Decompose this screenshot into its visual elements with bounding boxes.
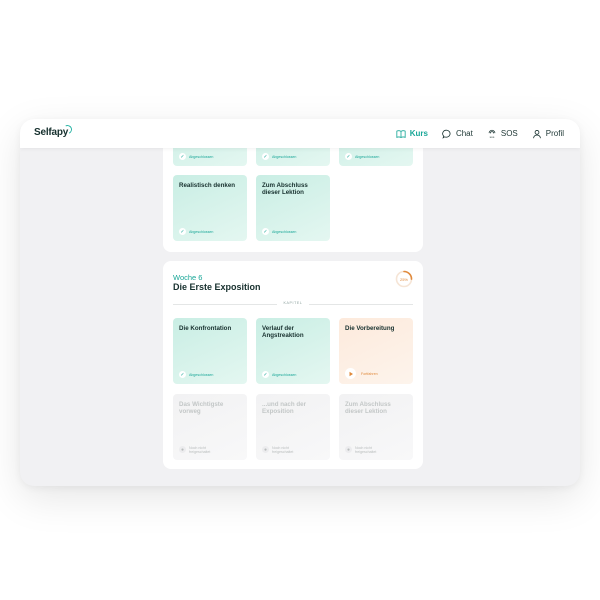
- top-nav-bar: Selfapy Kurs Chat sos SOS Profil: [20, 119, 580, 148]
- week-label: Woche 6: [173, 273, 203, 282]
- chapter-tile-locked: Das Wichtigste vorweg ● Noch nicht freig…: [173, 394, 247, 460]
- nav-kurs[interactable]: Kurs: [396, 129, 428, 139]
- continue-label: Fortfahren: [361, 371, 378, 376]
- chapter-status-label: Abgeschlossen: [355, 154, 380, 159]
- chapter-status-label: Abgeschlossen: [272, 154, 297, 159]
- chapter-status: Fortfahren: [345, 368, 378, 379]
- chapter-title: Zum Abschluss dieser Lektion: [345, 401, 391, 416]
- check-icon: ✓: [179, 371, 186, 378]
- chapter-status-label: Abgeschlossen: [189, 229, 214, 234]
- lock-icon: ●: [179, 446, 186, 454]
- chapter-title: Die Vorbereitung: [345, 325, 395, 332]
- lock-icon: ●: [262, 446, 269, 454]
- chapter-status: ✓ Abgeschlossen: [262, 371, 296, 378]
- nav-label: Kurs: [409, 129, 428, 138]
- check-icon: ✓: [262, 371, 269, 378]
- check-icon: ✓: [179, 228, 186, 235]
- nav-chat[interactable]: Chat: [442, 129, 473, 139]
- divider-line: [309, 304, 413, 305]
- chapter-status: ✓ Abgeschlossen: [262, 228, 296, 235]
- main-nav: Kurs Chat sos SOS Profil: [396, 119, 564, 148]
- chapter-tile[interactable]: Die Konfrontation ✓ Abgeschlossen: [173, 318, 247, 384]
- chapter-status-label: Noch nicht freigeschaltet: [272, 445, 294, 454]
- chapter-title: Das Wichtigste vorweg: [179, 401, 224, 416]
- chapter-status-label: Abgeschlossen: [189, 372, 214, 377]
- course-content[interactable]: ✓ Abgeschlossen ✓ Abgeschlossen ✓ Abgesc…: [20, 119, 580, 486]
- chapter-tile[interactable]: Verlauf der Angstreaktion ✓ Abgeschlosse…: [256, 318, 330, 384]
- svg-text:sos: sos: [490, 135, 495, 139]
- lock-icon: ●: [345, 446, 352, 454]
- chapter-title: ...und nach der Exposition: [262, 401, 307, 416]
- chapter-status-label: Noch nicht freigeschaltet: [189, 445, 211, 454]
- check-icon: ✓: [179, 153, 186, 160]
- chapter-status: ✓ Abgeschlossen: [262, 153, 296, 160]
- chapter-title: Realistisch denken: [179, 182, 236, 189]
- chapter-tile[interactable]: Realistisch denken ✓ Abgeschlossen: [173, 175, 247, 241]
- nav-profil[interactable]: Profil: [532, 129, 564, 139]
- nav-label: Chat: [455, 129, 473, 138]
- chapter-status: ● Noch nicht freigeschaltet: [345, 446, 385, 454]
- sos-icon: sos: [488, 129, 496, 139]
- week-6-panel: Woche 6 Die Erste Exposition 25% KAPITEL…: [163, 261, 423, 469]
- week-title: Die Erste Exposition: [173, 282, 261, 292]
- chapter-tile-current[interactable]: Die Vorbereitung Fortfahren: [339, 318, 413, 384]
- app-window: ✓ Abgeschlossen ✓ Abgeschlossen ✓ Abgesc…: [20, 119, 580, 486]
- chapter-status: ✓ Abgeschlossen: [179, 371, 213, 378]
- nav-label: Profil: [545, 129, 564, 138]
- chapter-tile-locked: Zum Abschluss dieser Lektion ● Noch nich…: [339, 394, 413, 460]
- check-icon: ✓: [262, 228, 269, 235]
- chapter-status: ● Noch nicht freigeschaltet: [262, 446, 302, 454]
- nav-label: SOS: [500, 129, 518, 138]
- nav-sos[interactable]: sos SOS: [487, 129, 518, 139]
- play-icon[interactable]: [345, 368, 356, 379]
- chapter-title: Zum Abschluss dieser Lektion: [262, 182, 308, 197]
- chapter-status: ✓ Abgeschlossen: [179, 228, 213, 235]
- chapter-status: ✓ Abgeschlossen: [179, 153, 213, 160]
- chapter-status-label: Abgeschlossen: [189, 154, 214, 159]
- chapter-status: ● Noch nicht freigeschaltet: [179, 446, 219, 454]
- chapter-status: ✓ Abgeschlossen: [345, 153, 379, 160]
- section-divider: KAPITEL: [173, 301, 413, 308]
- chapter-status-label: Noch nicht freigeschaltet: [355, 445, 377, 454]
- chapter-tile[interactable]: Zum Abschluss dieser Lektion ✓ Abgeschlo…: [256, 175, 330, 241]
- chapter-status-label: Abgeschlossen: [272, 229, 297, 234]
- chapter-title: Verlauf der Angstreaktion: [262, 325, 304, 340]
- chapter-tile-locked: ...und nach der Exposition ● Noch nicht …: [256, 394, 330, 460]
- check-icon: ✓: [345, 153, 352, 160]
- progress-percent: 25%: [399, 276, 408, 282]
- check-icon: ✓: [262, 153, 269, 160]
- chapter-title: Die Konfrontation: [179, 325, 232, 332]
- chapter-status-label: Abgeschlossen: [272, 372, 297, 377]
- book-icon: [396, 129, 406, 138]
- chat-bubble-icon: [442, 129, 451, 139]
- user-icon: [532, 129, 541, 138]
